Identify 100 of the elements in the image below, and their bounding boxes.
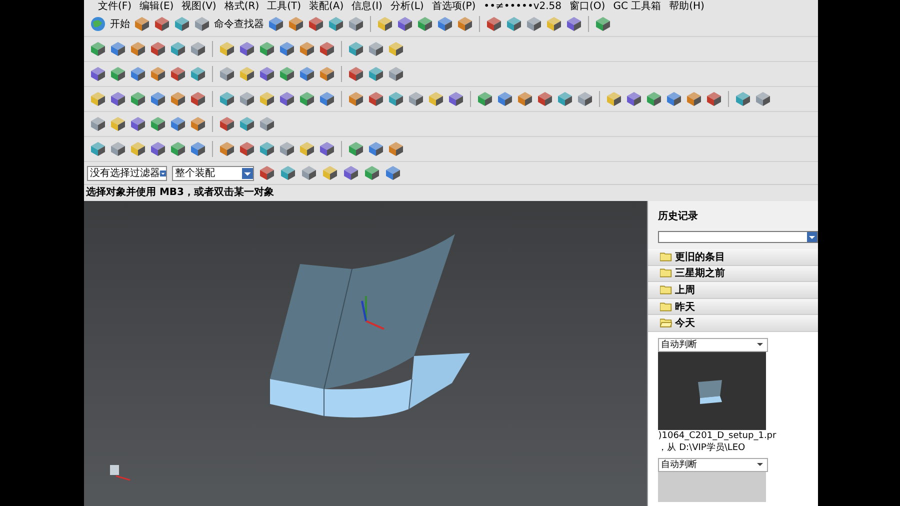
cube-icon[interactable] [417, 16, 433, 32]
cube-icon[interactable] [666, 91, 682, 107]
history-group[interactable]: 三星期之前 [648, 266, 818, 282]
cube-icon[interactable] [130, 116, 146, 132]
cube-icon[interactable] [150, 141, 166, 157]
cube-icon[interactable] [259, 66, 275, 82]
menu-item[interactable]: 首选项(P) [432, 2, 476, 12]
cube-icon[interactable] [377, 16, 393, 32]
cube-icon[interactable] [299, 91, 315, 107]
cube-icon[interactable] [150, 116, 166, 132]
cube-icon[interactable] [259, 116, 275, 132]
cube-icon[interactable] [364, 165, 380, 181]
menu-item[interactable]: 编辑(E) [140, 2, 174, 12]
cube-icon[interactable] [219, 141, 235, 157]
menu-item[interactable]: 装配(A) [309, 2, 344, 12]
cube-icon[interactable] [308, 16, 324, 32]
cube-icon[interactable] [343, 165, 359, 181]
menu-item[interactable]: 分析(L) [390, 2, 424, 12]
cube-icon[interactable] [388, 91, 404, 107]
cube-icon[interactable] [526, 16, 542, 32]
cube-icon[interactable] [328, 16, 344, 32]
cube-icon[interactable] [537, 91, 553, 107]
cube-icon[interactable] [219, 66, 235, 82]
cube-icon[interactable] [280, 165, 296, 181]
menu-item[interactable]: ••≠•••••v2.58 [484, 2, 562, 12]
cube-icon[interactable] [486, 16, 502, 32]
menu-item[interactable]: GC 工具箱 [613, 2, 662, 12]
cube-icon[interactable] [595, 16, 611, 32]
cube-icon[interactable] [348, 141, 364, 157]
menu-item[interactable]: 视图(V) [182, 2, 216, 12]
cube-icon[interactable] [134, 16, 150, 32]
cube-icon[interactable] [170, 66, 186, 82]
cube-icon[interactable] [448, 91, 464, 107]
cube-icon[interactable] [190, 41, 206, 57]
cube-icon[interactable] [735, 91, 751, 107]
cube-icon[interactable] [239, 141, 255, 157]
cube-icon[interactable] [388, 141, 404, 157]
cube-icon[interactable] [110, 66, 126, 82]
cube-icon[interactable] [130, 66, 146, 82]
cube-icon[interactable] [368, 41, 384, 57]
cube-icon[interactable] [90, 41, 106, 57]
cube-icon[interactable] [706, 91, 722, 107]
cube-icon[interactable] [239, 116, 255, 132]
cube-icon[interactable] [388, 41, 404, 57]
cube-icon[interactable] [319, 91, 335, 107]
cube-icon[interactable] [348, 16, 364, 32]
cube-icon[interactable] [259, 91, 275, 107]
cube-icon[interactable] [626, 91, 642, 107]
scope-dropdown[interactable]: 整个装配 [172, 166, 254, 180]
cube-icon[interactable] [259, 41, 275, 57]
type-filter-dropdown[interactable]: 没有选择过滤器 [87, 166, 167, 180]
cube-icon[interactable] [319, 41, 335, 57]
cube-icon[interactable] [190, 91, 206, 107]
history-group[interactable]: 昨天 [648, 298, 818, 316]
cube-icon[interactable] [279, 66, 295, 82]
cube-icon[interactable] [259, 141, 275, 157]
cube-icon[interactable] [150, 41, 166, 57]
cube-icon[interactable] [299, 66, 315, 82]
history-group[interactable]: 今天 [648, 315, 818, 332]
cube-icon[interactable] [150, 66, 166, 82]
cube-icon[interactable] [517, 91, 533, 107]
cube-icon[interactable] [190, 141, 206, 157]
command-finder-button[interactable]: 命令查找器 [214, 17, 264, 31]
cube-icon[interactable] [90, 91, 106, 107]
cube-icon[interactable] [279, 141, 295, 157]
cube-icon[interactable] [110, 41, 126, 57]
menu-item[interactable]: 文件(F) [98, 2, 132, 12]
cube-icon[interactable] [219, 41, 235, 57]
menu-item[interactable]: 工具(T) [267, 2, 302, 12]
cube-icon[interactable] [239, 66, 255, 82]
cube-icon[interactable] [457, 16, 473, 32]
cube-icon[interactable] [301, 165, 317, 181]
cube-icon[interactable] [577, 91, 593, 107]
cube-icon[interactable] [606, 91, 622, 107]
cube-icon[interactable] [299, 141, 315, 157]
cube-icon[interactable] [397, 16, 413, 32]
cube-icon[interactable] [506, 16, 522, 32]
cube-icon[interactable] [110, 91, 126, 107]
cube-icon[interactable] [408, 91, 424, 107]
cube-icon[interactable] [90, 116, 106, 132]
cube-icon[interactable] [190, 116, 206, 132]
cube-icon[interactable] [368, 141, 384, 157]
cube-icon[interactable] [319, 66, 335, 82]
cube-icon[interactable] [268, 16, 284, 32]
cube-icon[interactable] [348, 66, 364, 82]
cube-icon[interactable] [288, 16, 304, 32]
cube-icon[interactable] [110, 141, 126, 157]
cube-icon[interactable] [170, 116, 186, 132]
cube-icon[interactable] [150, 91, 166, 107]
cube-icon[interactable] [368, 91, 384, 107]
cube-icon[interactable] [130, 91, 146, 107]
cube-icon[interactable] [239, 41, 255, 57]
cube-icon[interactable] [130, 41, 146, 57]
cube-icon[interactable] [348, 91, 364, 107]
cube-icon[interactable] [348, 41, 364, 57]
menu-item[interactable]: 信息(I) [352, 2, 382, 12]
cube-icon[interactable] [385, 165, 401, 181]
cube-icon[interactable] [130, 141, 146, 157]
cube-icon[interactable] [546, 16, 562, 32]
cube-icon[interactable] [368, 66, 384, 82]
